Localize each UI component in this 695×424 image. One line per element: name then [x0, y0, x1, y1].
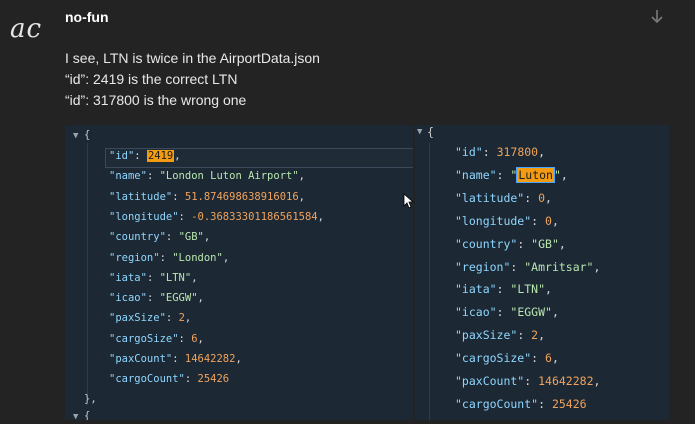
json-line: "country": "GB",	[455, 236, 566, 251]
message-line: “id”: 317800 is the wrong one	[65, 92, 247, 108]
json-value: "LTN"	[159, 271, 192, 284]
json-key: "longitude"	[109, 210, 179, 223]
json-line: "cargoSize": 6,	[109, 332, 204, 345]
json-value: "EGGW"	[159, 292, 198, 305]
json-key: "longitude"	[455, 213, 532, 228]
json-line: "cargoCount": 25426	[455, 396, 587, 411]
json-value: Luton	[516, 166, 555, 183]
json-key: "cargoSize"	[455, 351, 532, 366]
json-value: 14642282	[184, 353, 236, 365]
json-value: 2419	[146, 150, 175, 162]
json-key: "cargoCount"	[109, 373, 185, 386]
json-key: "icao"	[455, 305, 497, 320]
json-key: "paxSize"	[455, 328, 518, 343]
arrow-down-icon[interactable]	[648, 8, 666, 26]
json-viewer-left: ▼ { }, ▼ { "id": 2419, "name": "London Lu…	[65, 125, 413, 420]
json-key: "name"	[109, 170, 147, 183]
json-viewer-right: ▼ { "id": 317800, "name": "Luton", "latitu…	[415, 125, 669, 420]
json-value: 25426	[197, 373, 230, 386]
collapse-toggle-icon[interactable]: ▼	[73, 412, 78, 420]
json-key: "cargoCount"	[455, 396, 539, 411]
scrollbar[interactable]	[671, 125, 693, 420]
json-key: "latitude"	[455, 190, 525, 205]
json-value: "LTN"	[510, 282, 546, 297]
json-value: 0	[545, 213, 552, 228]
json-line: "cargoSize": 6,	[455, 351, 559, 366]
message-line: “id”: 2419 is the correct LTN	[65, 71, 238, 87]
json-line: "icao": "EGGW",	[109, 292, 204, 305]
mouse-pointer-icon	[403, 193, 415, 209]
json-key: "id"	[109, 150, 135, 162]
username[interactable]: no-fun	[65, 9, 109, 25]
json-line: "name": "Luton",	[455, 166, 568, 183]
json-line: "longitude": 0,	[455, 213, 559, 228]
json-key: "latitude"	[109, 190, 173, 203]
json-line: "id": 2419,	[109, 150, 181, 162]
json-value: 317800	[496, 145, 539, 159]
collapse-toggle-icon[interactable]: ▼	[417, 127, 422, 137]
json-line: "cargoCount": 25426	[109, 373, 230, 386]
json-key: "name"	[455, 167, 497, 182]
json-line: "latitude": 51.874698638916016,	[109, 190, 305, 203]
json-value: 14642282	[538, 374, 594, 388]
json-line: "longitude": -0.36833301186561584,	[109, 210, 324, 223]
json-line: "paxCount": 14642282,	[455, 374, 601, 388]
json-line: "iata": "LTN",	[109, 271, 198, 284]
chat-post: ac no-fun I see, LTN is twice in the Air…	[0, 0, 695, 424]
json-key: "region"	[109, 251, 160, 264]
json-line: "paxSize": 2,	[109, 312, 192, 325]
json-line: "paxSize": 2,	[455, 328, 546, 343]
indent-guide	[429, 143, 430, 420]
json-key: "icao"	[109, 292, 147, 305]
json-line: "country": "GB",	[109, 231, 211, 244]
json-key: "cargoSize"	[109, 332, 179, 345]
message-text: I see, LTN is twice in the AirportData.j…	[65, 48, 320, 111]
json-value: 51.874698638916016	[184, 190, 299, 203]
json-key: "country"	[455, 236, 518, 251]
json-value: 0	[538, 190, 546, 205]
open-brace: {	[84, 410, 91, 420]
json-key: "country"	[109, 231, 166, 244]
json-value: 6	[545, 351, 552, 366]
json-value: 25426	[551, 396, 587, 411]
json-key: "paxCount"	[109, 353, 173, 365]
json-line: "region": "Amritsar",	[455, 259, 601, 274]
avatar[interactable]: ac	[10, 14, 42, 44]
open-brace: {	[84, 129, 91, 141]
json-value: "EGGW"	[510, 305, 552, 320]
message-line: I see, LTN is twice in the AirportData.j…	[65, 50, 320, 66]
json-key: "iata"	[455, 282, 497, 297]
close-brace: },	[84, 393, 97, 405]
indent-guide	[87, 143, 88, 405]
json-value: "GB"	[531, 236, 559, 251]
json-value: "Amritsar"	[524, 259, 594, 274]
json-value: "GB"	[178, 231, 204, 244]
json-line: "name": "London Luton Airport",	[109, 170, 305, 183]
json-line: "region": "London",	[109, 251, 230, 264]
json-value: "London"	[172, 251, 223, 264]
json-key: "iata"	[109, 271, 147, 284]
json-line: "latitude": 0,	[455, 190, 552, 205]
json-line: "paxCount": 14642282,	[109, 353, 242, 365]
json-value: -0.36833301186561584	[191, 210, 318, 223]
json-line: "icao": "EGGW",	[455, 305, 559, 320]
collapse-toggle-icon[interactable]: ▼	[73, 131, 78, 141]
json-value: "London Luton Airport"	[159, 170, 299, 183]
json-key: "id"	[455, 145, 483, 159]
json-key: "region"	[455, 259, 511, 274]
open-brace: {	[427, 125, 434, 139]
json-key: "paxCount"	[455, 374, 525, 388]
json-key: "paxSize"	[109, 312, 166, 325]
json-line: "iata": "LTN",	[455, 282, 552, 297]
json-line: "id": 317800,	[455, 145, 546, 159]
